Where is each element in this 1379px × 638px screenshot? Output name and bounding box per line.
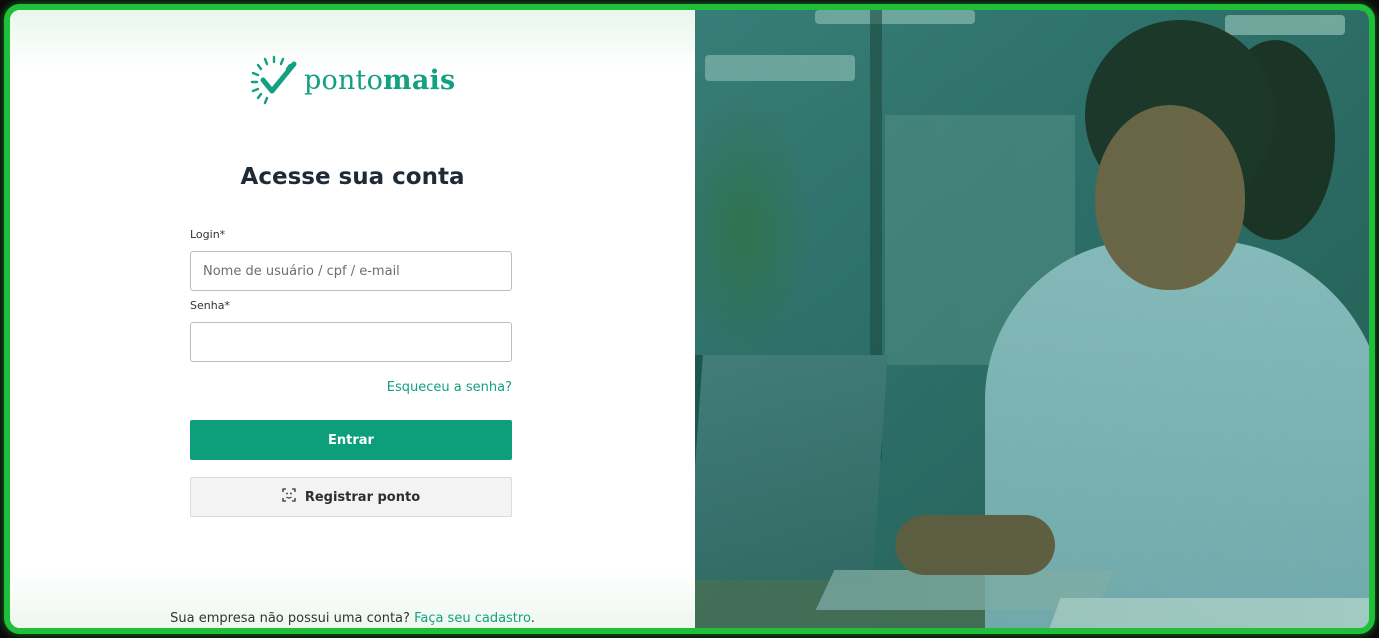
forgot-password-link[interactable]: Esqueceu a senha? <box>190 380 512 395</box>
page-title: Acesse sua conta <box>240 164 465 190</box>
green-overlay <box>695 10 1369 628</box>
brand-logo[interactable]: pontomais <box>250 54 455 106</box>
signup-link[interactable]: Faça seu cadastro <box>414 611 531 626</box>
login-panel: pontomais Acesse sua conta Login* Senha*… <box>10 10 695 628</box>
hero-photo <box>695 10 1369 628</box>
brand-name: pontomais <box>304 65 455 96</box>
face-scan-icon <box>282 488 305 506</box>
password-input[interactable] <box>190 322 512 362</box>
signup-footer: Sua empresa não possui uma conta? Faça s… <box>10 611 695 626</box>
login-input[interactable] <box>190 251 512 291</box>
register-point-button[interactable]: Registrar ponto <box>190 477 512 517</box>
password-label: Senha* <box>190 299 230 312</box>
signup-prompt: Sua empresa não possui uma conta? <box>170 611 410 626</box>
register-point-label: Registrar ponto <box>304 489 421 505</box>
login-label: Login* <box>190 228 226 241</box>
signup-suffix: . <box>530 611 535 626</box>
brand-name-regular: ponto <box>304 64 384 96</box>
clock-check-icon <box>250 54 298 106</box>
login-button[interactable]: Entrar <box>190 420 512 460</box>
window-frame: pontomais Acesse sua conta Login* Senha*… <box>4 4 1375 634</box>
brand-name-bold: mais <box>383 64 456 96</box>
